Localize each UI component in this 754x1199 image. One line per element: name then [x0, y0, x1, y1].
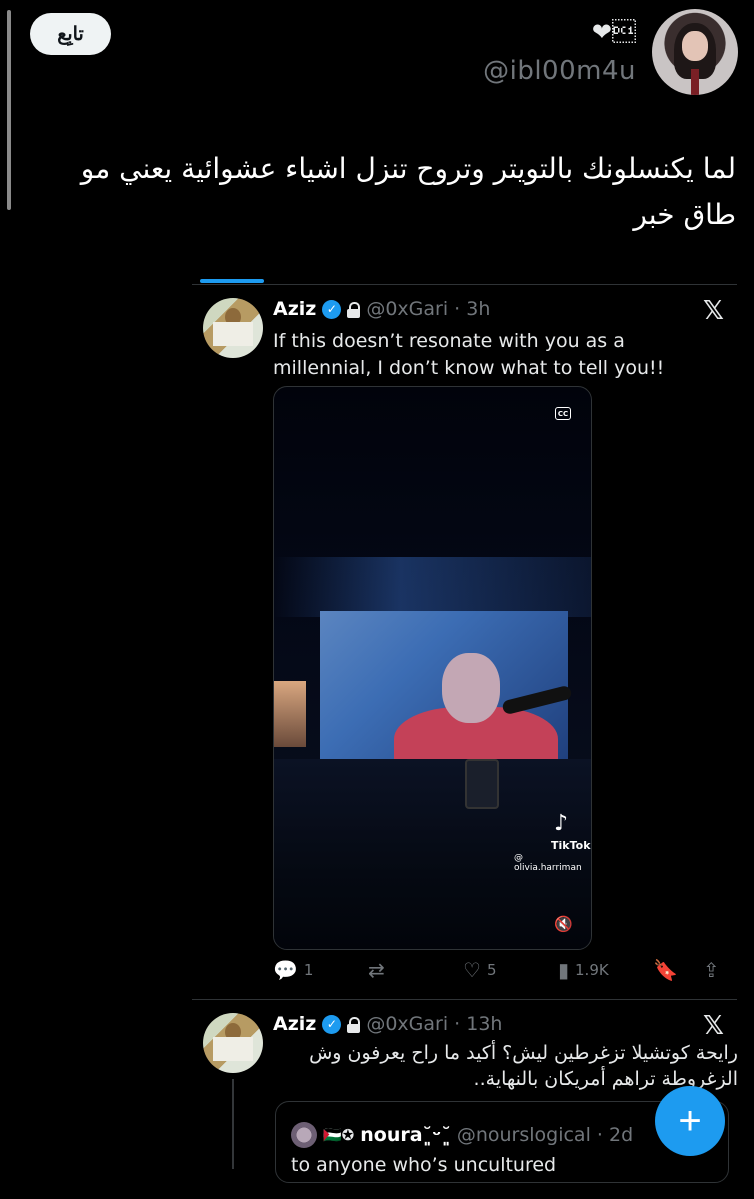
divider: [192, 284, 737, 285]
share-button[interactable]: ⇪: [703, 958, 720, 982]
scrollbar[interactable]: [7, 10, 11, 210]
nested-handle-time[interactable]: @nourslogical · 2d: [457, 1124, 633, 1146]
quoted-header: Aziz ✓ @0xGari · 13h: [273, 1013, 502, 1035]
reply-icon: 💬: [273, 958, 298, 982]
tiktok-wordmark: TikTok: [551, 839, 591, 852]
tiktok-username: @ olivia.harriman: [514, 853, 582, 873]
quoted-handle-time[interactable]: @0xGari · 13h: [366, 1013, 502, 1035]
x-logo-icon[interactable]: 𝕏: [703, 296, 724, 326]
quoted-handle-time[interactable]: @0xGari · 3h: [366, 298, 490, 320]
lock-icon: [347, 301, 361, 318]
retweet-icon: ⇄: [368, 958, 385, 982]
tweet-text: لما يكنسلونك بالتويتر وتروح تنزل اشياء ع…: [80, 152, 736, 231]
avatar-newspaper: [213, 1037, 253, 1061]
closed-captions-icon[interactable]: CC: [555, 407, 571, 420]
avatar-tie: [691, 69, 699, 95]
bookmark-icon: 🔖: [653, 958, 678, 982]
follow-button[interactable]: تابِع: [30, 13, 111, 55]
profile-avatar[interactable]: [652, 9, 738, 95]
video-media[interactable]: CC ♪ TikTok @ olivia.harriman 🔇: [273, 386, 592, 950]
avatar-face: [682, 31, 708, 61]
like-button[interactable]: ♡ 5: [463, 958, 496, 982]
nested-name[interactable]: noura˘͈ᵕ˘͈: [360, 1124, 451, 1146]
avatar-newspaper: [213, 322, 253, 346]
quoted-header: Aziz ✓ @0xGari · 3h: [273, 298, 490, 320]
divider: [192, 999, 737, 1000]
stage-screen-left: [274, 681, 306, 747]
quoted-name[interactable]: Aziz: [273, 298, 316, 320]
quoted-text: If this doesn’t resonate with you as a m…: [273, 330, 665, 379]
heart-icon: ♡: [463, 958, 481, 982]
tiktok-logo-icon: ♪: [554, 811, 569, 836]
lock-icon: [347, 1016, 361, 1033]
compose-button[interactable]: +: [655, 1086, 725, 1156]
quoted-avatar[interactable]: [203, 298, 263, 358]
thread-line: [232, 1079, 234, 1169]
bookmark-button[interactable]: 🔖: [653, 958, 678, 982]
user-handle[interactable]: @ibl00m4u: [483, 56, 636, 86]
singer-head: [442, 653, 500, 723]
view-count: 1.9K: [575, 961, 609, 979]
flag-icons: 🇵🇸✪: [323, 1126, 355, 1144]
crowd-phone: [465, 759, 499, 809]
display-name[interactable]: ❤: [592, 18, 636, 46]
reply-count: 1: [303, 961, 314, 979]
x-logo-icon[interactable]: 𝕏: [703, 1011, 724, 1041]
quote-indicator: [200, 279, 264, 283]
nested-text: to anyone who’s uncultured: [291, 1154, 557, 1176]
quoted-text: رايحة كوتشيلا تزغرطين ليش؟ أكيد ما راح ي…: [309, 1042, 738, 1090]
views-icon: ▮: [558, 958, 570, 982]
nested-avatar[interactable]: [291, 1122, 317, 1148]
reply-button[interactable]: 💬 1: [273, 958, 313, 982]
quoted-avatar[interactable]: [203, 1013, 263, 1073]
share-icon: ⇪: [703, 958, 720, 982]
verified-badge-icon: ✓: [322, 299, 342, 319]
action-bar: 💬 1 ⇄ ♡ 5 ▮ 1.9K 🔖 ⇪: [273, 958, 723, 984]
stage-lights: [274, 557, 591, 617]
retweet-button[interactable]: ⇄: [368, 958, 385, 982]
quoted-name[interactable]: Aziz: [273, 1013, 316, 1035]
mute-icon[interactable]: 🔇: [554, 915, 573, 933]
views-button[interactable]: ▮ 1.9K: [558, 958, 609, 982]
nested-header: 🇵🇸✪ noura˘͈ᵕ˘͈ @nourslogical · 2d: [291, 1122, 633, 1148]
like-count: 5: [486, 961, 497, 979]
verified-badge-icon: ✓: [322, 1014, 342, 1034]
